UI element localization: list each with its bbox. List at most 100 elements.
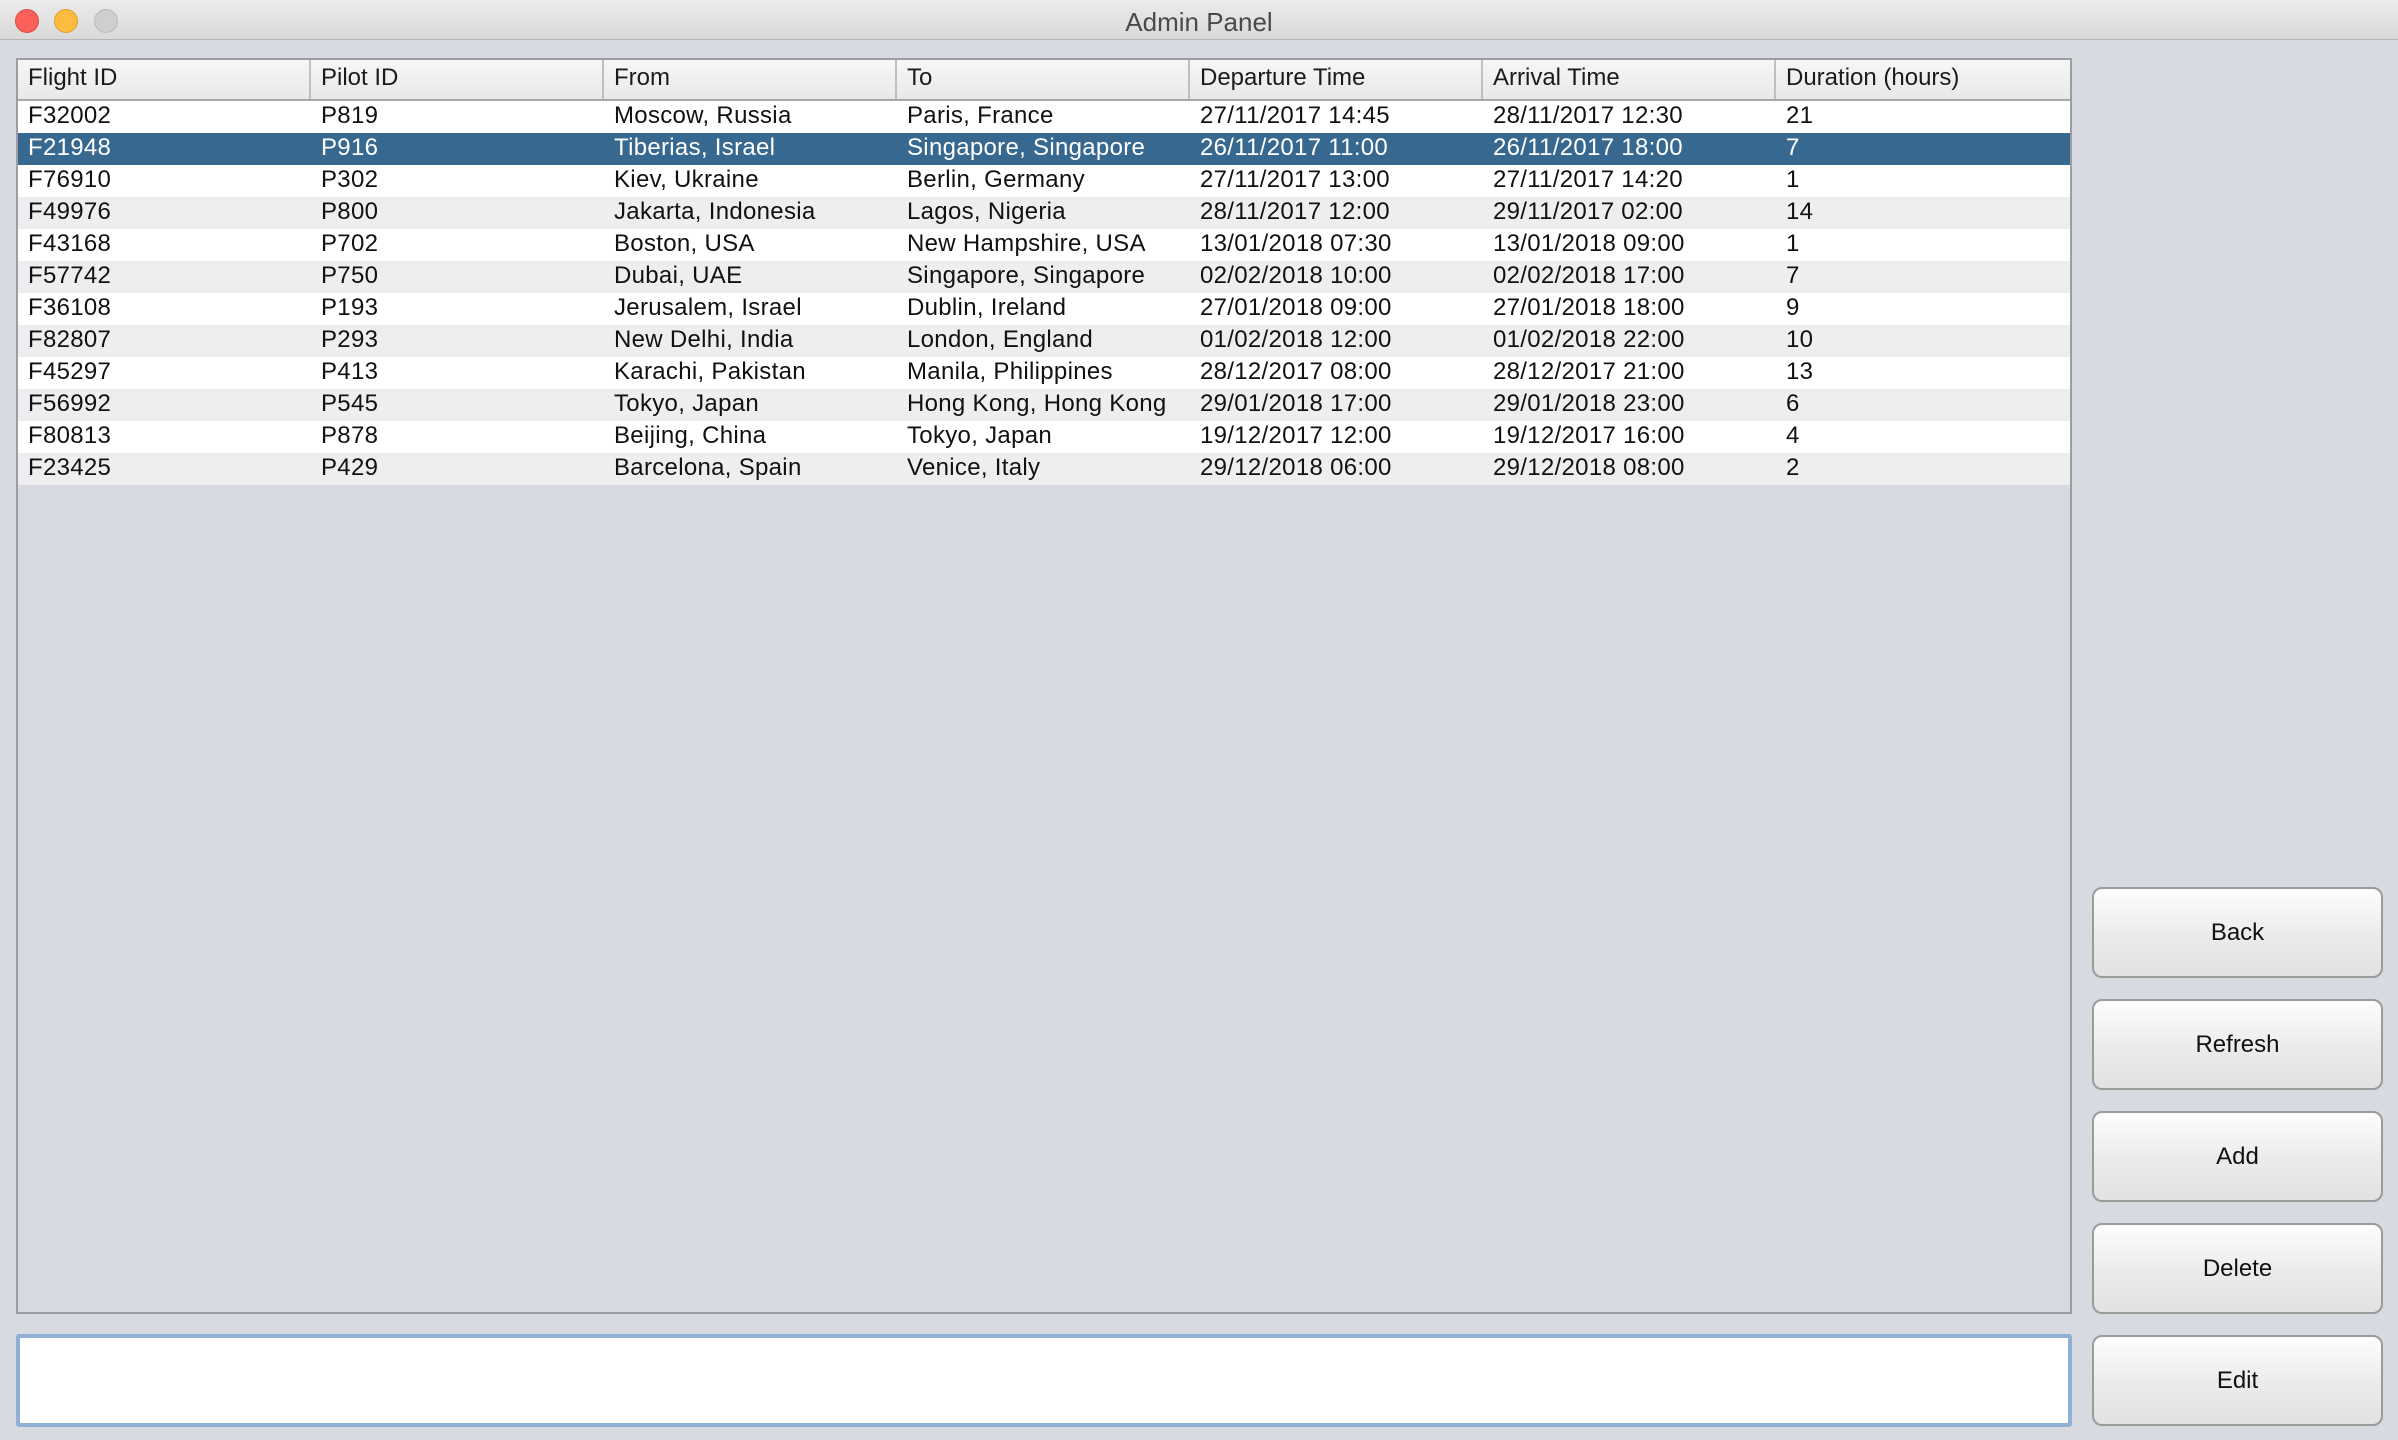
column-header-arrival-time[interactable]: Arrival Time [1483, 60, 1776, 99]
cell-flight-id: F82807 [28, 326, 112, 353]
cell-from: Tiberias, Israel [614, 134, 776, 161]
cell-to: Berlin, Germany [907, 166, 1085, 193]
cell-arrival-time: 28/11/2017 12:30 [1493, 102, 1683, 129]
cell-pilot-id: P702 [321, 230, 379, 257]
cell-to: Venice, Italy [907, 454, 1041, 481]
window-title: Admin Panel [1125, 7, 1273, 37]
cell-departure-time: 01/02/2018 12:00 [1200, 326, 1392, 353]
cell-duration: 4 [1786, 422, 1800, 449]
cell-departure-time: 13/01/2018 07:30 [1200, 230, 1392, 257]
cell-departure-time: 26/11/2017 11:00 [1200, 134, 1389, 161]
table-row[interactable]: F80813 P878 Beijing, China Tokyo, Japan 19/1… [18, 421, 2070, 453]
table-row[interactable]: F43168 P702 Boston, USA New Hampshire, USA 1… [18, 229, 2070, 261]
cell-departure-time: 29/12/2018 06:00 [1200, 454, 1392, 481]
edit-button[interactable]: Edit [2092, 1335, 2383, 1426]
table-row[interactable]: F45297 P413 Karachi, Pakistan Manila, Phili… [18, 357, 2070, 389]
cell-flight-id: F56992 [28, 390, 112, 417]
cell-departure-time: 19/12/2017 12:00 [1200, 422, 1392, 449]
column-header-departure-time[interactable]: Departure Time [1190, 60, 1483, 99]
cell-duration: 6 [1786, 390, 1800, 417]
cell-duration: 1 [1786, 230, 1800, 257]
cell-pilot-id: P750 [321, 262, 379, 289]
table-row[interactable]: F82807 P293 New Delhi, India London, Englan… [18, 325, 2070, 357]
cell-pilot-id: P878 [321, 422, 379, 449]
cell-to: Tokyo, Japan [907, 422, 1053, 449]
cell-arrival-time: 27/01/2018 18:00 [1493, 294, 1685, 321]
cell-arrival-time: 13/01/2018 09:00 [1493, 230, 1685, 257]
cell-duration: 21 [1786, 102, 1814, 129]
table-header: Flight ID Pilot ID From To Departure Tim… [18, 60, 2070, 101]
table-row[interactable]: F23425 P429 Barcelona, Spain Venice, Italy 2… [18, 453, 2070, 485]
cell-arrival-time: 28/12/2017 21:00 [1493, 358, 1685, 385]
cell-duration: 10 [1786, 326, 1814, 353]
cell-pilot-id: P916 [321, 134, 379, 161]
cell-departure-time: 02/02/2018 10:00 [1200, 262, 1392, 289]
table-row[interactable]: F32002 P819 Moscow, Russia Paris, France 27/… [18, 101, 2070, 133]
cell-flight-id: F32002 [28, 102, 112, 129]
cell-flight-id: F45297 [28, 358, 112, 385]
cell-flight-id: F80813 [28, 422, 112, 449]
add-button[interactable]: Add [2092, 1111, 2383, 1202]
cell-duration: 1 [1786, 166, 1800, 193]
table-row[interactable]: F21948 P916 Tiberias, Israel Singapore, Sin… [18, 133, 2070, 165]
cell-departure-time: 29/01/2018 17:00 [1200, 390, 1392, 417]
cell-arrival-time: 29/01/2018 23:00 [1493, 390, 1685, 417]
flights-table: Flight ID Pilot ID From To Departure Tim… [16, 58, 2072, 1314]
cell-pilot-id: P429 [321, 454, 379, 481]
cell-arrival-time: 26/11/2017 18:00 [1493, 134, 1683, 161]
cell-to: Singapore, Singapore [907, 262, 1146, 289]
cell-from: Tokyo, Japan [614, 390, 760, 417]
cell-pilot-id: P193 [321, 294, 379, 321]
cell-from: Beijing, China [614, 422, 767, 449]
cell-to: London, England [907, 326, 1093, 353]
cell-pilot-id: P413 [321, 358, 379, 385]
cell-from: Kiev, Ukraine [614, 166, 759, 193]
cell-arrival-time: 02/02/2018 17:00 [1493, 262, 1685, 289]
refresh-button[interactable]: Refresh [2092, 999, 2383, 1090]
cell-from: Dubai, UAE [614, 262, 743, 289]
column-header-to[interactable]: To [897, 60, 1190, 99]
table-row[interactable]: F36108 P193 Jerusalem, Israel Dublin, Irela… [18, 293, 2070, 325]
cell-to: Singapore, Singapore [907, 134, 1146, 161]
cell-departure-time: 28/11/2017 12:00 [1200, 198, 1390, 225]
cell-pilot-id: P819 [321, 102, 379, 129]
cell-duration: 14 [1786, 198, 1814, 225]
cell-to: Dublin, Ireland [907, 294, 1067, 321]
cell-duration: 7 [1786, 134, 1800, 161]
cell-duration: 9 [1786, 294, 1800, 321]
delete-button[interactable]: Delete [2092, 1223, 2383, 1314]
cell-from: Jakarta, Indonesia [614, 198, 816, 225]
column-header-pilot-id[interactable]: Pilot ID [311, 60, 604, 99]
table-row[interactable]: F57742 P750 Dubai, UAE Singapore, Singapore… [18, 261, 2070, 293]
cell-departure-time: 28/12/2017 08:00 [1200, 358, 1392, 385]
text-input-field[interactable] [16, 1334, 2072, 1427]
cell-arrival-time: 29/12/2018 08:00 [1493, 454, 1685, 481]
table-row[interactable]: F76910 P302 Kiev, Ukraine Berlin, Germany 27… [18, 165, 2070, 197]
back-button[interactable]: Back [2092, 887, 2383, 978]
cell-departure-time: 27/01/2018 09:00 [1200, 294, 1392, 321]
cell-from: New Delhi, India [614, 326, 794, 353]
cell-from: Moscow, Russia [614, 102, 792, 129]
cell-duration: 2 [1786, 454, 1800, 481]
cell-pilot-id: P800 [321, 198, 379, 225]
cell-departure-time: 27/11/2017 13:00 [1200, 166, 1390, 193]
cell-flight-id: F36108 [28, 294, 112, 321]
cell-flight-id: F49976 [28, 198, 112, 225]
cell-to: Hong Kong, Hong Kong [907, 390, 1167, 417]
cell-to: Paris, France [907, 102, 1054, 129]
cell-from: Jerusalem, Israel [614, 294, 802, 321]
cell-pilot-id: P293 [321, 326, 379, 353]
cell-flight-id: F21948 [28, 134, 112, 161]
cell-pilot-id: P545 [321, 390, 379, 417]
table-row[interactable]: F49976 P800 Jakarta, Indonesia Lagos, Niger… [18, 197, 2070, 229]
cell-flight-id: F43168 [28, 230, 112, 257]
title-bar: Admin Panel [0, 0, 2398, 40]
cell-from: Boston, USA [614, 230, 755, 257]
column-header-duration[interactable]: Duration (hours) [1776, 60, 2070, 99]
cell-arrival-time: 19/12/2017 16:00 [1493, 422, 1685, 449]
table-row[interactable]: F56992 P545 Tokyo, Japan Hong Kong, Hong Ko… [18, 389, 2070, 421]
cell-flight-id: F23425 [28, 454, 112, 481]
cell-arrival-time: 29/11/2017 02:00 [1493, 198, 1683, 225]
column-header-from[interactable]: From [604, 60, 897, 99]
column-header-flight-id[interactable]: Flight ID [18, 60, 311, 99]
